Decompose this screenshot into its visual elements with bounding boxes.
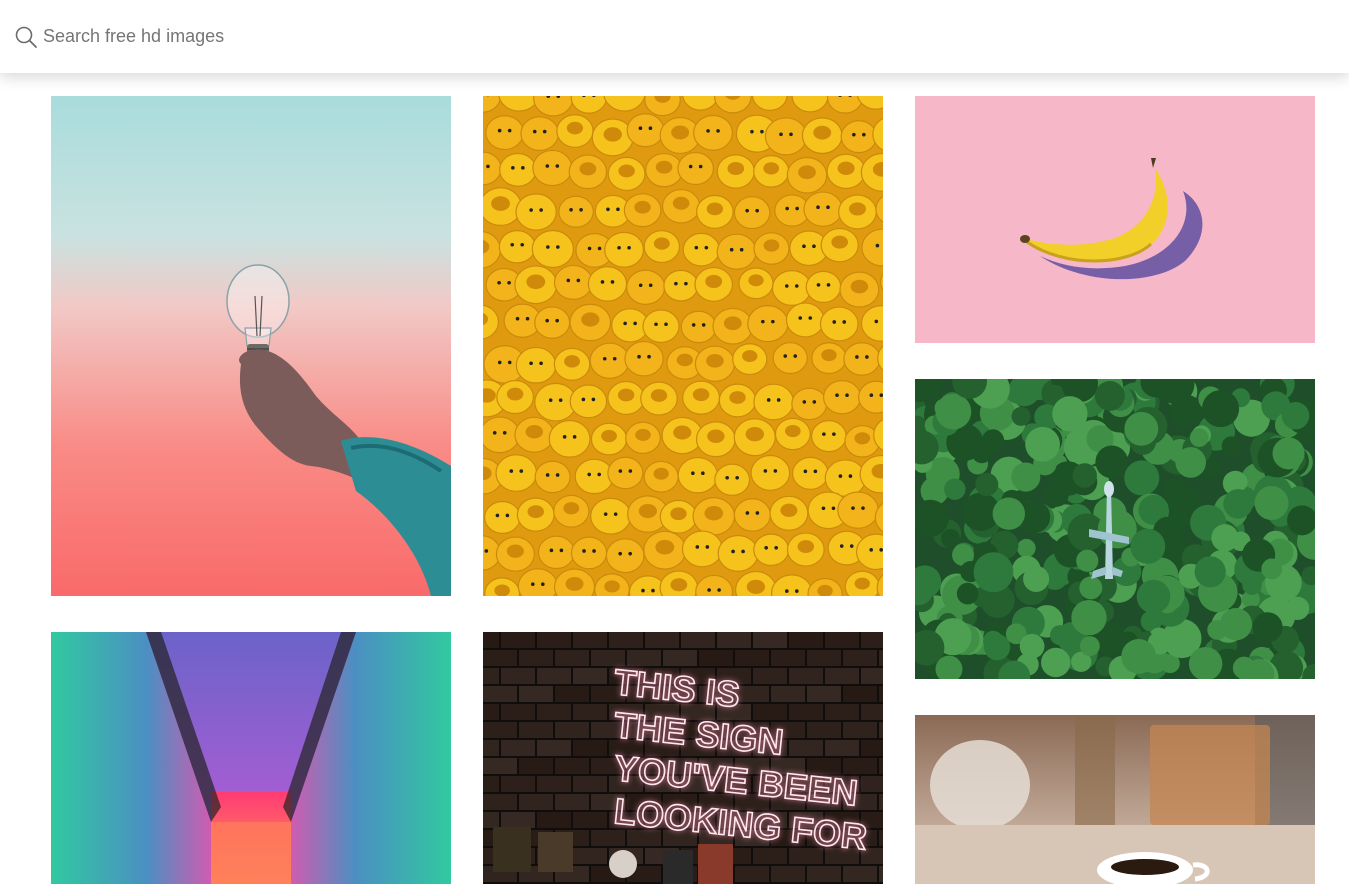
- forest-airplane-photo[interactable]: [915, 379, 1315, 679]
- search-header: [0, 0, 1349, 73]
- search-icon[interactable]: [14, 25, 38, 49]
- banana-pink-photo[interactable]: [915, 96, 1315, 343]
- search-input[interactable]: [43, 21, 643, 51]
- neon-corridor-photo[interactable]: [51, 632, 451, 884]
- neon-sign-photo[interactable]: THIS IS THE SIGN YOU'VE BEEN LOOKING FOR: [483, 632, 883, 884]
- coffee-table-photo[interactable]: [915, 715, 1315, 884]
- image-gallery: THIS IS THE SIGN YOU'VE BEEN LOOKING FOR: [0, 0, 1349, 884]
- lego-heads-photo[interactable]: [483, 96, 883, 596]
- lightbulb-hand-photo[interactable]: [51, 96, 451, 596]
